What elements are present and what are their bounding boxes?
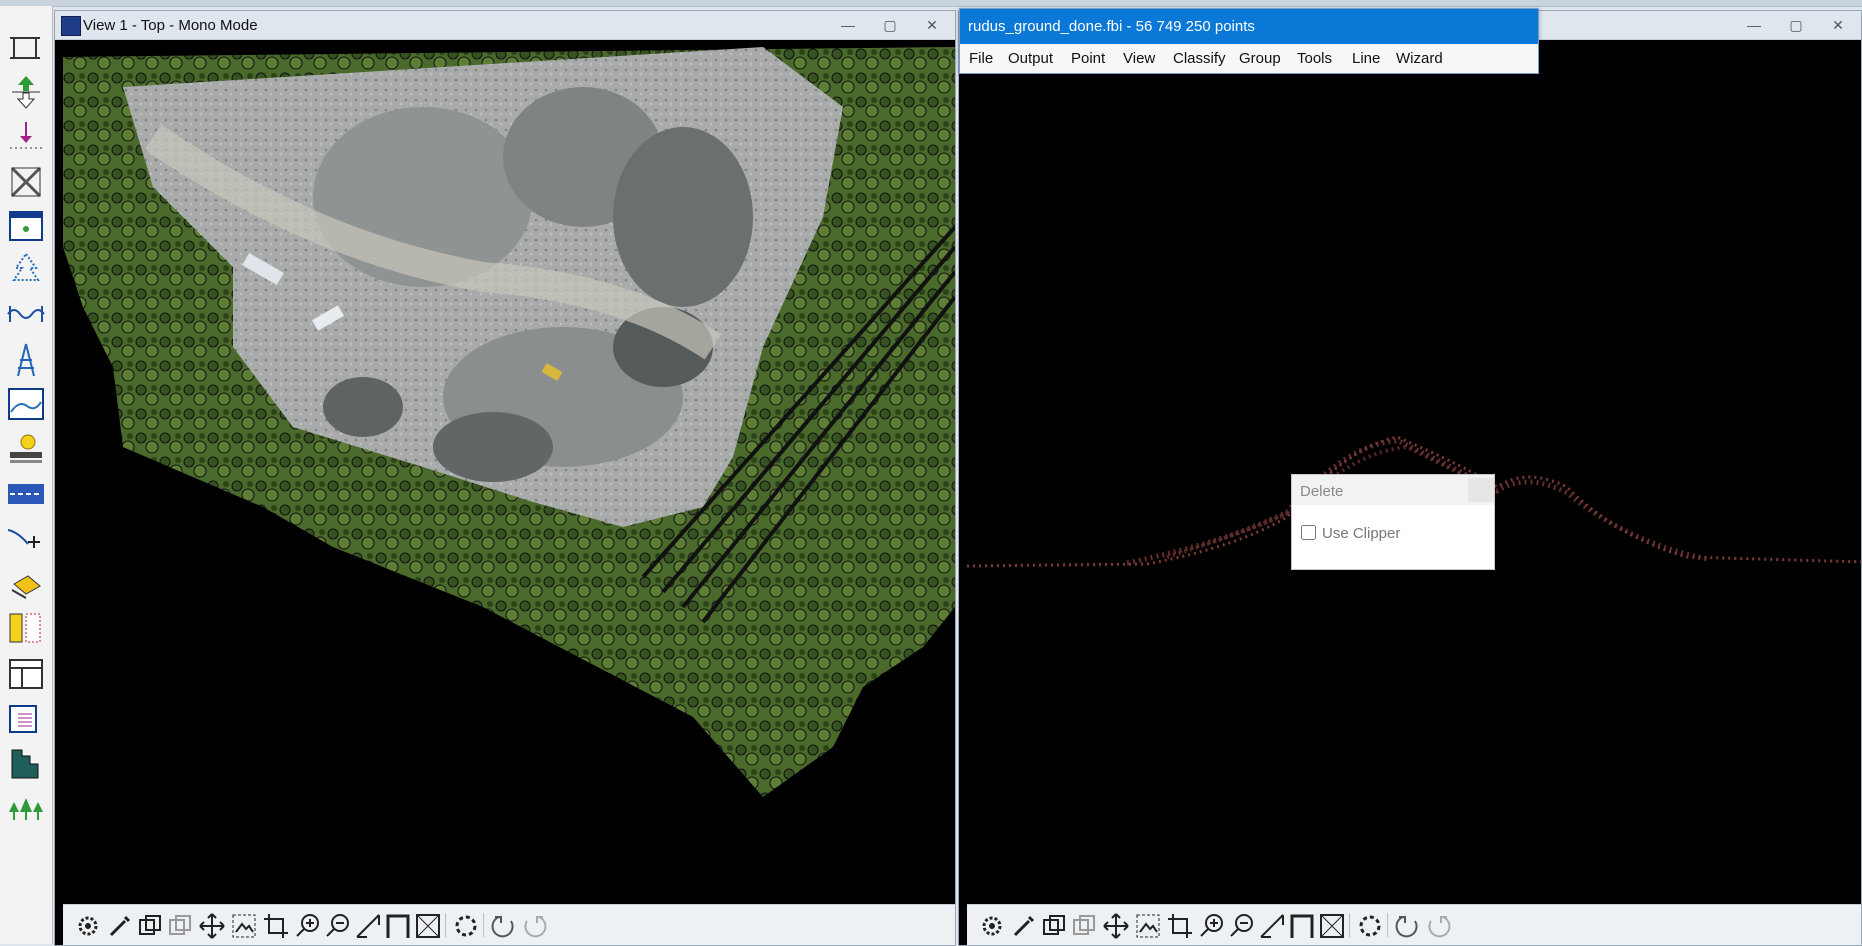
menu-group[interactable]: Group <box>1239 50 1281 67</box>
move-updown-icon[interactable] <box>6 72 46 112</box>
menu-tools[interactable]: Tools <box>1297 50 1332 67</box>
settings-icon[interactable] <box>977 911 1007 941</box>
zoom-in-icon[interactable] <box>1197 911 1227 941</box>
delete-dialog: Delete Use Clipper <box>1291 474 1495 570</box>
undo-icon[interactable] <box>1393 911 1423 941</box>
view2-close-button[interactable]: ✕ <box>1821 15 1855 35</box>
box-icon[interactable] <box>413 911 443 941</box>
view1-title: View 1 - Top - Mono Mode <box>83 17 258 34</box>
toolbar-separator <box>1387 913 1388 937</box>
eraser-icon[interactable] <box>6 564 46 604</box>
copy-faded-icon[interactable] <box>1069 911 1099 941</box>
menu-wizard[interactable]: Wizard <box>1396 50 1443 67</box>
redo-icon[interactable] <box>1423 911 1453 941</box>
delete-dialog-close-button[interactable] <box>1468 478 1494 502</box>
desktop-top-strip <box>0 0 1862 7</box>
quarry-aerial-image <box>63 47 955 797</box>
point-icon[interactable] <box>6 118 46 158</box>
view1-toolbar <box>63 904 955 945</box>
copy-icon[interactable] <box>1039 911 1069 941</box>
tree-icon[interactable] <box>6 250 46 290</box>
settings-icon[interactable] <box>73 911 103 941</box>
view2-toolbar <box>967 904 1861 945</box>
menu-file[interactable]: File <box>969 50 993 67</box>
frame-icon[interactable] <box>383 911 413 941</box>
frame-icon[interactable] <box>1287 911 1317 941</box>
fit-icon[interactable] <box>229 911 259 941</box>
copy-faded-icon[interactable] <box>165 911 195 941</box>
crop-icon[interactable] <box>1165 911 1195 941</box>
zoom-out-icon[interactable] <box>1227 911 1257 941</box>
delete-dialog-title: Delete <box>1300 483 1344 500</box>
zoom-out-icon[interactable] <box>323 911 353 941</box>
use-clipper-option[interactable]: Use Clipper <box>1301 525 1400 542</box>
tool-palette <box>0 6 53 944</box>
view1-window: View 1 - Top - Mono Mode — ▢ ✕ <box>54 10 956 946</box>
measure-icon[interactable] <box>353 911 383 941</box>
profile-icon[interactable] <box>6 384 46 424</box>
delete-dialog-titlebar[interactable]: Delete <box>1292 475 1494 505</box>
view1-viewport[interactable] <box>63 47 955 905</box>
fit-icon[interactable] <box>1133 911 1163 941</box>
menu-point[interactable]: Point <box>1071 50 1105 67</box>
toolbar-separator <box>445 913 446 937</box>
redo-icon[interactable] <box>519 911 549 941</box>
view1-titlebar: View 1 - Top - Mono Mode — ▢ ✕ <box>55 11 955 40</box>
use-clipper-label: Use Clipper <box>1322 525 1401 542</box>
pan-icon[interactable] <box>197 911 227 941</box>
toolbar-separator <box>1349 913 1350 937</box>
line-plus-icon[interactable] <box>6 518 46 558</box>
use-clipper-checkbox[interactable] <box>1301 525 1316 540</box>
swap-icon[interactable] <box>6 162 46 202</box>
menu-view[interactable]: View <box>1123 50 1155 67</box>
measure-icon[interactable] <box>1257 911 1287 941</box>
view1-maximize-button[interactable]: ▢ <box>873 15 907 35</box>
gear-spin-icon[interactable] <box>451 911 481 941</box>
undo-icon[interactable] <box>489 911 519 941</box>
brush-icon[interactable] <box>1009 911 1039 941</box>
layer-icon[interactable] <box>6 608 46 648</box>
menu-bar: File Output Point View Classify Group To… <box>960 44 1538 73</box>
menu-line[interactable]: Line <box>1352 50 1380 67</box>
gear-spin-icon[interactable] <box>1355 911 1385 941</box>
pan-icon[interactable] <box>1101 911 1131 941</box>
menu-output[interactable]: Output <box>1008 50 1053 67</box>
crop-icon[interactable] <box>261 911 291 941</box>
app-icon <box>61 16 81 36</box>
layout-icon[interactable] <box>6 654 46 694</box>
wave-icon[interactable] <box>6 294 46 334</box>
forest-icon[interactable] <box>6 792 46 832</box>
copy-icon[interactable] <box>135 911 165 941</box>
view2-maximize-button[interactable]: ▢ <box>1779 15 1813 35</box>
box-icon[interactable] <box>1317 911 1347 941</box>
zoom-in-icon[interactable] <box>293 911 323 941</box>
menu-classify[interactable]: Classify <box>1173 50 1226 67</box>
bars-icon[interactable] <box>6 744 46 784</box>
view2-minimize-button[interactable]: — <box>1737 15 1771 35</box>
tower-icon[interactable] <box>6 340 46 380</box>
brush-icon[interactable] <box>105 911 135 941</box>
wire-icon[interactable] <box>6 28 46 68</box>
road-icon[interactable] <box>6 474 46 514</box>
menu-window-titlebar[interactable]: rudus_ground_done.fbi - 56 749 250 point… <box>960 9 1538 44</box>
view1-minimize-button[interactable]: — <box>831 15 865 35</box>
menu-window-title: rudus_ground_done.fbi - 56 749 250 point… <box>968 18 1255 35</box>
bulb-icon[interactable] <box>6 430 46 470</box>
terrascan-menu-window: rudus_ground_done.fbi - 56 749 250 point… <box>959 8 1539 74</box>
window-icon[interactable] <box>6 206 46 246</box>
view1-close-button[interactable]: ✕ <box>915 15 949 35</box>
toolbar-separator <box>483 913 484 937</box>
report-icon[interactable] <box>6 698 46 738</box>
